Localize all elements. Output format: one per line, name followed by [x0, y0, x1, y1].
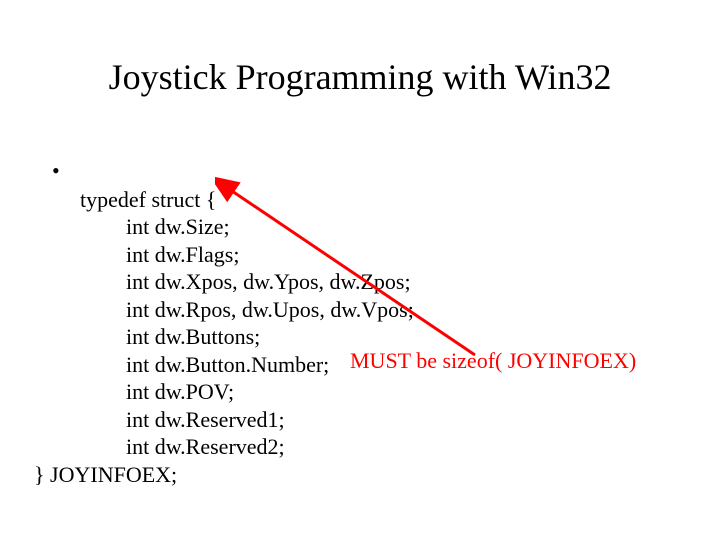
code-line: int dw.Rpos, dw.Upos, dw.Vpos; — [80, 296, 414, 324]
annotation-note: MUST be sizeof( JOYINFOEX) — [350, 348, 636, 374]
code-line: int dw.Reserved2; — [80, 433, 414, 461]
code-line: } JOYINFOEX; — [34, 462, 177, 487]
bullet-marker: • — [52, 158, 60, 184]
code-line: int dw.Reserved1; — [80, 406, 414, 434]
code-line: int dw.Buttons; — [80, 323, 414, 351]
slide-title: Joystick Programming with Win32 — [0, 56, 720, 98]
code-block: typedef struct { int dw.Size;int dw.Flag… — [80, 158, 414, 516]
code-line: typedef struct { — [80, 187, 216, 212]
code-line: int dw.POV; — [80, 378, 414, 406]
code-line: int dw.Flags; — [80, 241, 414, 269]
slide: Joystick Programming with Win32 • typede… — [0, 0, 720, 540]
code-line: int dw.Xpos, dw.Ypos, dw.Zpos; — [80, 268, 414, 296]
code-line: int dw.Size; — [80, 213, 414, 241]
